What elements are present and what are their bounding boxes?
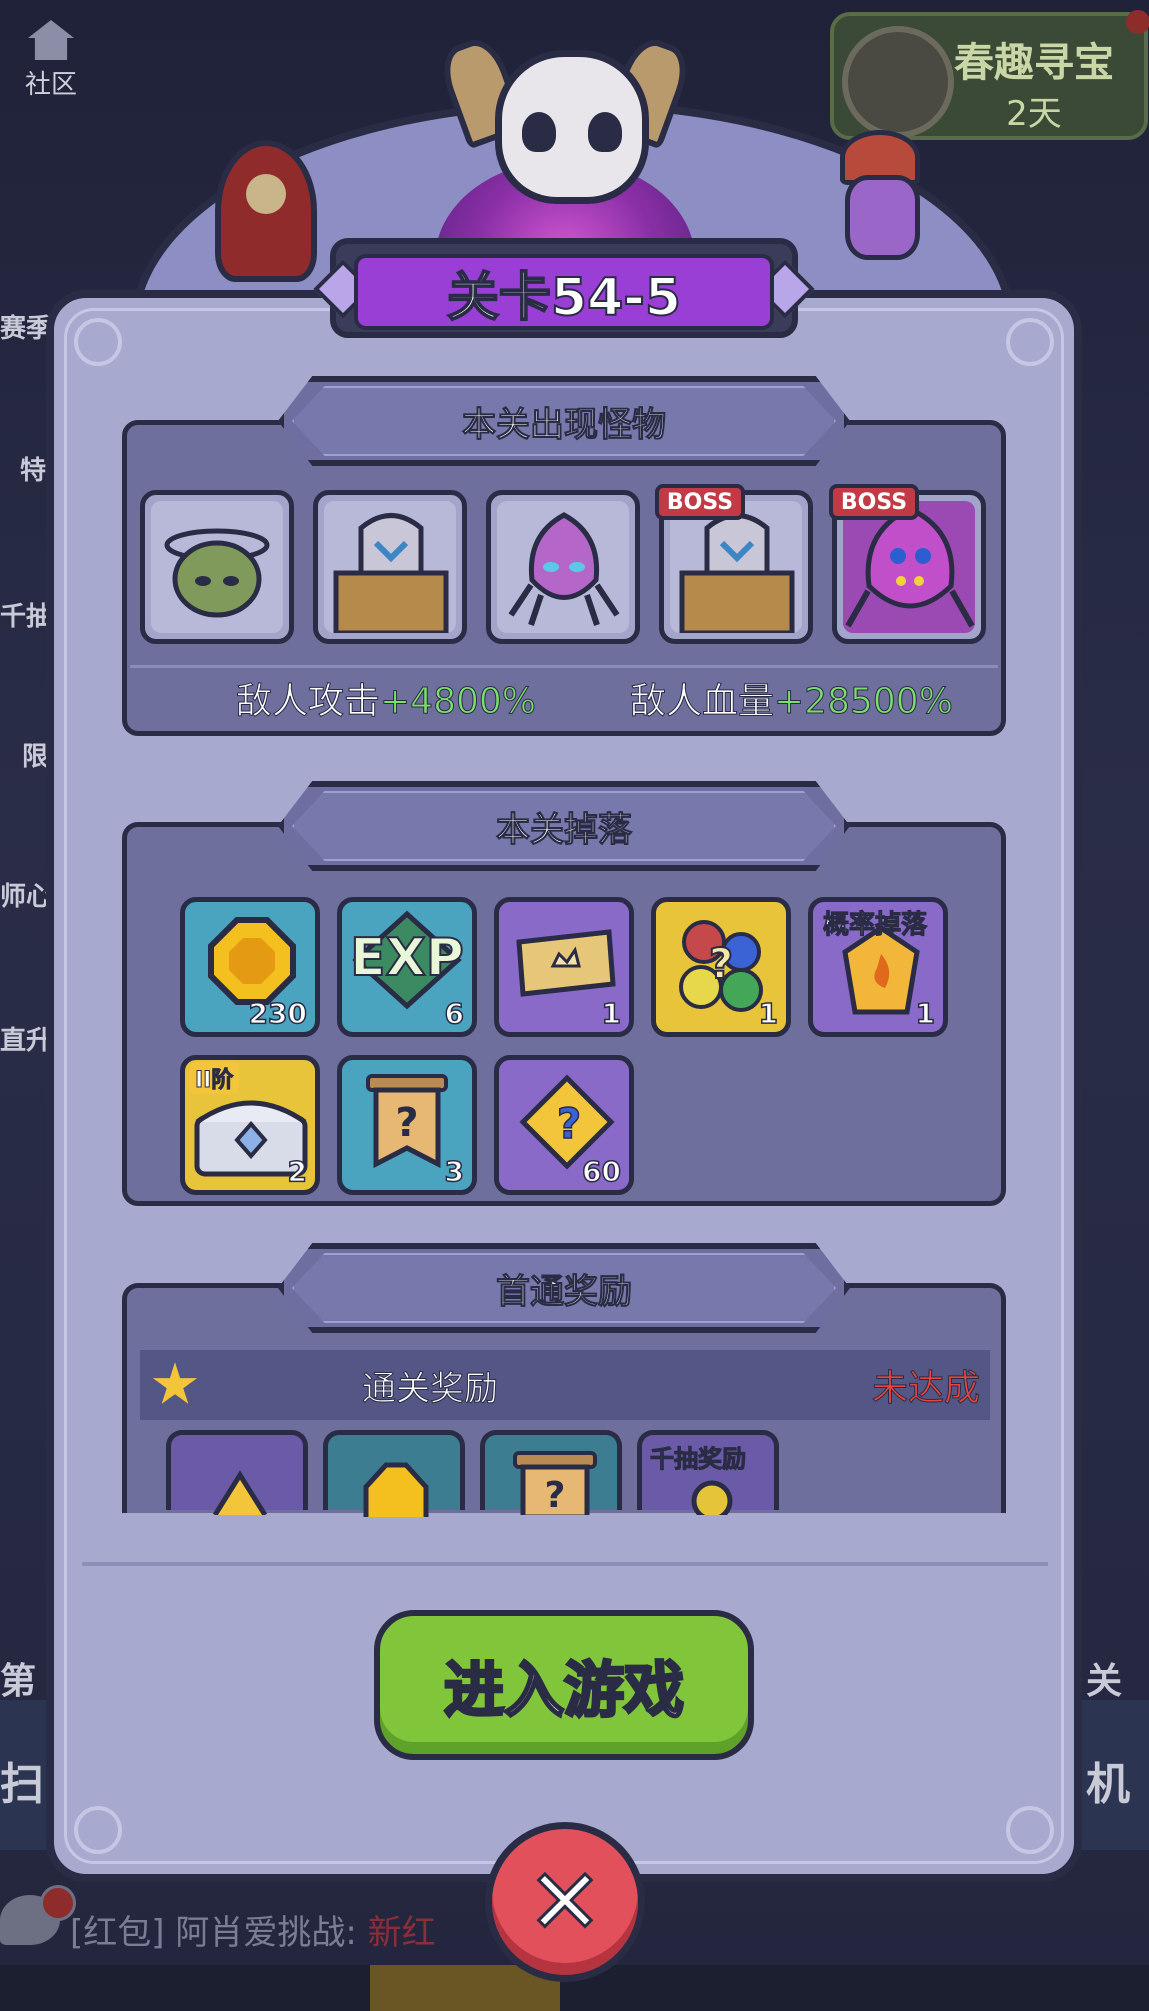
- monsters-header: 本关出现怪物: [462, 404, 667, 445]
- boss-badge: BOSS: [829, 484, 919, 520]
- side-label-limited[interactable]: 限: [22, 736, 48, 773]
- first-clear-item[interactable]: [166, 1430, 308, 1515]
- chat-tag: [红包]: [70, 1913, 165, 1953]
- puzzle-piece-icon: [212, 1470, 268, 1515]
- thousand-draw-tag: 千抽奖励: [650, 1445, 747, 1474]
- chat-text: 阿肖爱挑战:: [175, 1913, 357, 1953]
- community-label: 社区: [24, 70, 77, 100]
- svg-text:?: ?: [545, 1475, 566, 1515]
- close-button[interactable]: ✕: [485, 1822, 645, 1982]
- side-label-draw[interactable]: 千抽: [0, 596, 52, 633]
- side-label-direct[interactable]: 直升: [0, 1020, 52, 1057]
- probability-drop-tag: 概率掉落: [822, 910, 928, 941]
- first-clear-item[interactable]: 千抽奖励: [637, 1430, 779, 1515]
- enemy-hp-stat: 敌人血量+28500%: [629, 672, 954, 723]
- ticket-icon: [516, 929, 616, 997]
- drops-header: 本关掉落: [496, 809, 633, 850]
- side-label-special[interactable]: 特: [20, 450, 46, 487]
- machine-button-hint[interactable]: 机: [1086, 1748, 1130, 1812]
- hooded-monk-icon: [215, 140, 317, 282]
- chat-message[interactable]: [红包] 阿肖爱挑战: 新红: [70, 1905, 436, 1954]
- drop-item[interactable]: ? 60: [494, 1055, 634, 1195]
- drop-count: 60: [581, 1154, 621, 1189]
- stage-hint-right: 关: [1086, 1661, 1123, 1702]
- tier-tag: II阶: [189, 1062, 240, 1094]
- monster-tile[interactable]: [140, 490, 294, 644]
- enemy-attack-label: 敌人攻击: [235, 681, 381, 723]
- enemy-attack-stat: 敌人攻击+4800%: [235, 672, 537, 723]
- gold-coin-icon: [363, 1462, 429, 1517]
- first-clear-item[interactable]: [323, 1430, 465, 1517]
- notification-dot: [1126, 10, 1149, 34]
- enemy-hp-label: 敌人血量: [629, 681, 775, 723]
- stage-hint-left: 第: [0, 1661, 37, 1702]
- goblin-icon: [820, 130, 930, 260]
- stage-title: 关卡54-5: [354, 254, 774, 330]
- skull-icon: [434, 32, 696, 210]
- drop-count: 230: [248, 996, 308, 1031]
- svg-text:?: ?: [709, 939, 733, 988]
- purple-spider-boss-icon: [845, 506, 975, 628]
- drop-item[interactable]: ? 1: [651, 897, 791, 1037]
- side-label-heart[interactable]: 师心: [0, 876, 52, 913]
- sweep-button-hint[interactable]: 扫: [0, 1748, 44, 1812]
- enemy-attack-value: +4800%: [380, 681, 537, 723]
- boss-badge: BOSS: [655, 484, 745, 520]
- mystery-scroll-icon: ?: [366, 1074, 448, 1169]
- drop-item[interactable]: 230: [180, 897, 320, 1037]
- monsters-ribbon: 本关出现怪物: [278, 376, 850, 466]
- drop-item[interactable]: 概率掉落 1: [808, 897, 948, 1037]
- chat-highlight: 新红: [367, 1913, 436, 1953]
- clear-reward-status: 未达成: [871, 1368, 980, 1410]
- armored-knight-monster-icon: [333, 513, 449, 633]
- drop-item[interactable]: ? 3: [337, 1055, 477, 1195]
- section-divider: [130, 665, 998, 668]
- svg-text:?: ?: [395, 1100, 418, 1146]
- drop-count: 1: [915, 996, 936, 1031]
- drop-count: 3: [444, 1154, 465, 1189]
- armored-knight-boss-icon: [679, 513, 795, 633]
- clear-reward-title: 通关奖励: [362, 1368, 499, 1409]
- drop-count: 2: [287, 1154, 308, 1189]
- green-slime-monster-icon: [164, 528, 270, 618]
- stage-title-banner: 关卡54-5: [313, 238, 815, 338]
- exp-label: EXP: [349, 927, 465, 989]
- monster-tile[interactable]: [486, 490, 640, 644]
- enemy-hp-value: +28500%: [774, 681, 954, 723]
- drop-item[interactable]: II阶 2: [180, 1055, 320, 1195]
- first-clear-item[interactable]: ?: [480, 1430, 622, 1515]
- community-button[interactable]: 社区: [18, 20, 84, 101]
- purple-spider-monster-icon: [508, 512, 620, 626]
- mystery-scroll-icon: ?: [513, 1451, 597, 1515]
- side-label-season[interactable]: 赛季: [0, 308, 52, 345]
- drop-item[interactable]: EXP 6: [337, 897, 477, 1037]
- monster-tile[interactable]: [313, 490, 467, 644]
- drop-count: 6: [444, 996, 465, 1031]
- svg-text:?: ?: [557, 1099, 581, 1148]
- footer-divider: [82, 1562, 1048, 1566]
- drops-ribbon: 本关掉落: [278, 781, 850, 871]
- drop-item[interactable]: 1: [494, 897, 634, 1037]
- enter-game-label: 进入游戏: [443, 1654, 686, 1727]
- first-clear-ribbon: 首通奖励: [278, 1243, 850, 1333]
- drop-count: 1: [601, 996, 622, 1031]
- enter-game-button[interactable]: 进入游戏: [374, 1610, 754, 1760]
- close-icon: ✕: [526, 1848, 604, 1956]
- drop-count: 1: [758, 996, 779, 1031]
- key-icon: [691, 1480, 733, 1515]
- home-icon: [28, 20, 74, 60]
- first-clear-header: 首通奖励: [496, 1271, 633, 1312]
- gold-coin-icon: [208, 917, 296, 1005]
